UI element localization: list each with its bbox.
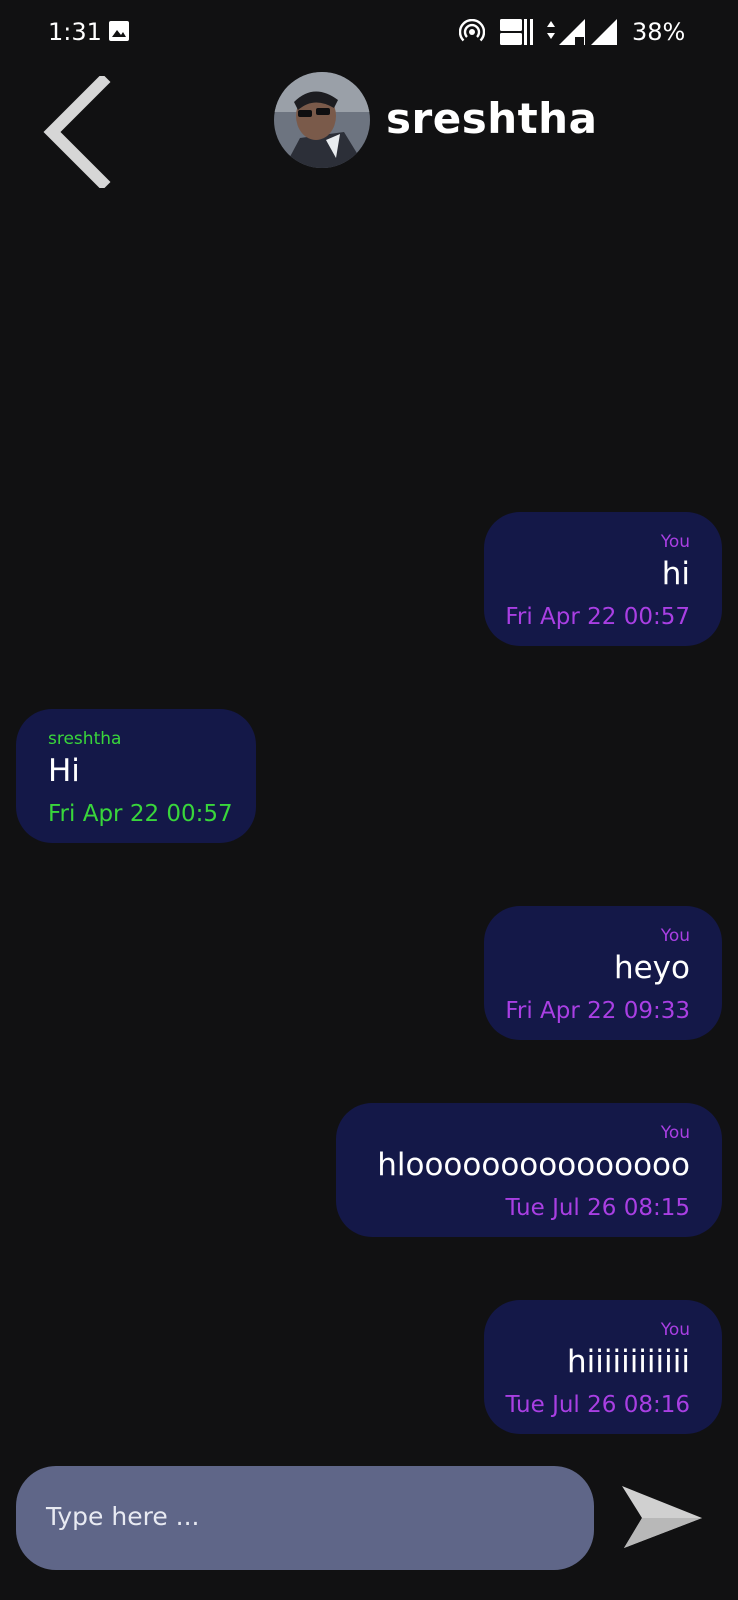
message-sender: sreshtha: [48, 729, 122, 749]
message-bubble-outgoing[interactable]: You hlooooooooooooooo Tue Jul 26 08:15: [336, 1103, 722, 1237]
message-timestamp: Tue Jul 26 08:15: [505, 1195, 690, 1221]
message-bubble-incoming[interactable]: sreshtha Hi Fri Apr 22 00:57: [16, 709, 256, 843]
message-text: hiiiiiiiiiiii: [566, 1344, 690, 1380]
contact-avatar[interactable]: [274, 72, 370, 168]
message-sender: You: [660, 1320, 690, 1340]
message-timestamp: Fri Apr 22 09:33: [505, 998, 690, 1024]
message-text: hi: [661, 556, 690, 592]
message-sender: You: [660, 926, 690, 946]
message-input-placeholder: Type here ...: [46, 1502, 200, 1531]
send-button[interactable]: [618, 1482, 706, 1552]
message-text: hlooooooooooooooo: [377, 1147, 690, 1183]
message-bubble-outgoing[interactable]: You heyo Fri Apr 22 09:33: [484, 906, 722, 1040]
message-timestamp: Fri Apr 22 00:57: [505, 604, 690, 630]
message-bubble-outgoing[interactable]: You hi Fri Apr 22 00:57: [484, 512, 722, 646]
message-input[interactable]: Type here ...: [16, 1466, 594, 1570]
message-text: Hi: [48, 753, 80, 789]
battery-level: 38%: [632, 18, 686, 46]
volte-icon: [500, 19, 533, 45]
gallery-icon: [109, 21, 129, 41]
signal-icon: [547, 19, 617, 45]
chat-screen: 1:31 38% sreshtha You hi Fri Apr 22 00:5…: [0, 0, 738, 1600]
contact-name: sreshtha: [386, 94, 598, 143]
chevron-left-icon: [43, 73, 111, 191]
message-sender: You: [660, 1123, 690, 1143]
message-timestamp: Tue Jul 26 08:16: [505, 1392, 690, 1418]
back-button[interactable]: [38, 73, 118, 191]
message-sender: You: [660, 532, 690, 552]
status-time: 1:31: [48, 18, 102, 46]
message-timestamp: Fri Apr 22 00:57: [48, 801, 233, 827]
message-bubble-outgoing[interactable]: You hiiiiiiiiiiii Tue Jul 26 08:16: [484, 1300, 722, 1434]
status-bar: 1:31 38%: [0, 0, 738, 64]
hotspot-icon: [459, 19, 485, 42]
avatar-photo: [274, 72, 370, 168]
message-text: heyo: [613, 950, 690, 986]
send-icon: [622, 1486, 702, 1548]
